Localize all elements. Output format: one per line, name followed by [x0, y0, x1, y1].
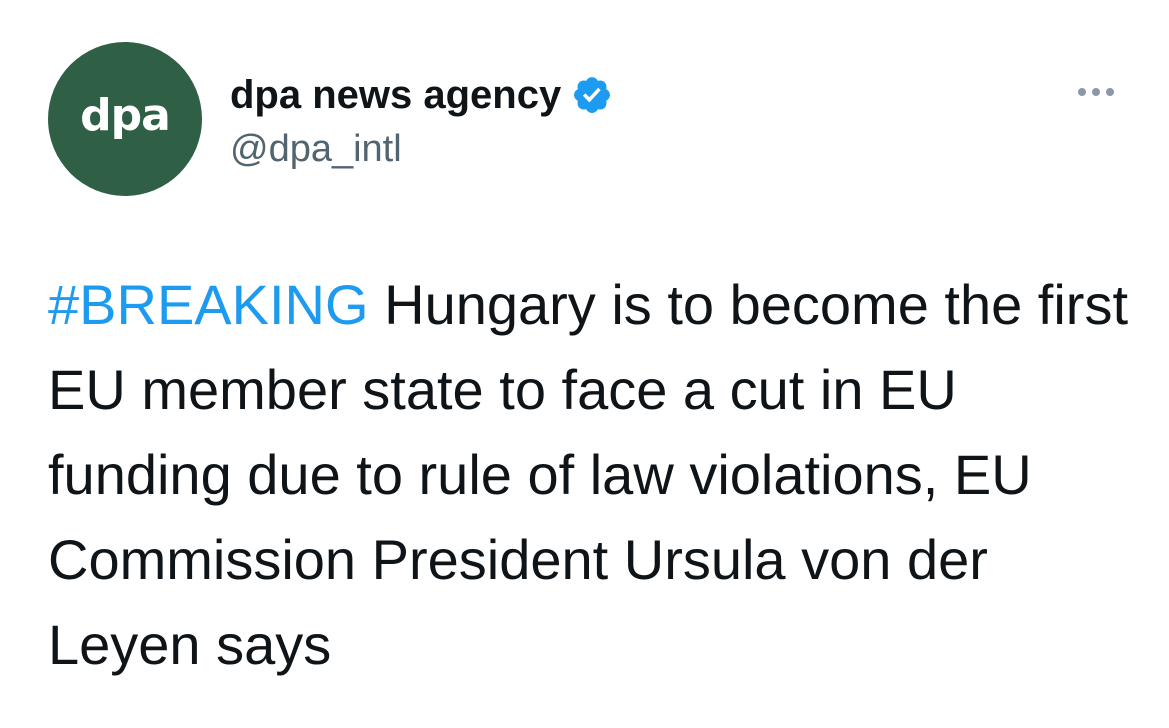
hashtag-link[interactable]: #BREAKING — [48, 273, 369, 336]
avatar[interactable]: dpa — [48, 42, 202, 196]
verified-badge-icon — [571, 74, 613, 116]
author-name-row: dpa news agency — [230, 70, 613, 120]
author-handle[interactable]: @dpa_intl — [230, 128, 402, 171]
more-dot — [1106, 88, 1114, 96]
more-dot — [1092, 88, 1100, 96]
avatar-logo-text: dpa — [80, 89, 171, 141]
tweet-text: #BREAKING Hungary is to become the first… — [48, 262, 1138, 687]
author-display-name[interactable]: dpa news agency — [230, 73, 561, 118]
more-options-icon[interactable] — [1068, 74, 1124, 110]
tweet-card: dpa dpa news agency @dpa_intl #BREAKING … — [0, 0, 1169, 728]
more-dot — [1078, 88, 1086, 96]
